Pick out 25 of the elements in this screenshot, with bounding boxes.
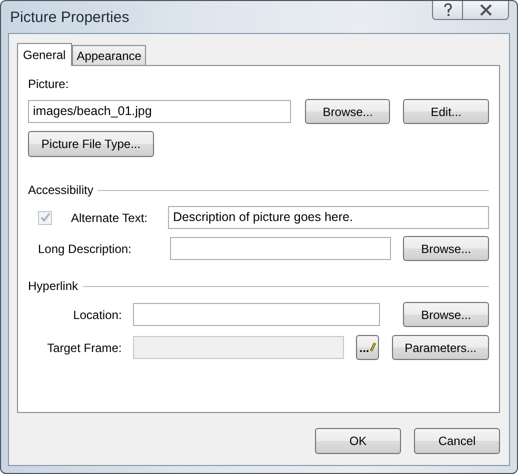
- browse-button[interactable]: Browse...: [305, 99, 390, 124]
- picture-label: Picture:: [28, 77, 70, 93]
- edit-button[interactable]: Edit...: [403, 99, 489, 124]
- field-label: Alternate Text:: [71, 210, 148, 224]
- close-button[interactable]: [462, 1, 509, 20]
- section-heading: Accessibility: [28, 183, 94, 197]
- location-field[interactable]: [132, 303, 380, 326]
- help-button[interactable]: [432, 1, 462, 20]
- picture-path-field[interactable]: images/beach_01.jpg: [28, 100, 292, 123]
- field-label: Target Frame:: [46, 340, 122, 354]
- tab[interactable]: Appearance: [72, 45, 146, 65]
- cancel-button[interactable]: Cancel: [414, 428, 500, 454]
- tab[interactable]: General: [17, 43, 72, 66]
- close-icon: [478, 4, 492, 16]
- section-heading: Hyperlink: [28, 279, 78, 293]
- picture-file-type-button[interactable]: Picture File Type...: [28, 131, 154, 157]
- pencil-icon: [369, 342, 376, 353]
- field-label: Location:: [72, 308, 122, 322]
- ok-button[interactable]: OK: [315, 428, 401, 454]
- browse-button[interactable]: Browse...: [403, 236, 489, 261]
- long-description-field[interactable]: [170, 237, 392, 260]
- help-icon: [442, 3, 452, 17]
- window-title: Picture Properties: [10, 9, 130, 26]
- browse-button[interactable]: Browse...: [403, 302, 489, 327]
- field-label: Long Description:: [38, 242, 132, 256]
